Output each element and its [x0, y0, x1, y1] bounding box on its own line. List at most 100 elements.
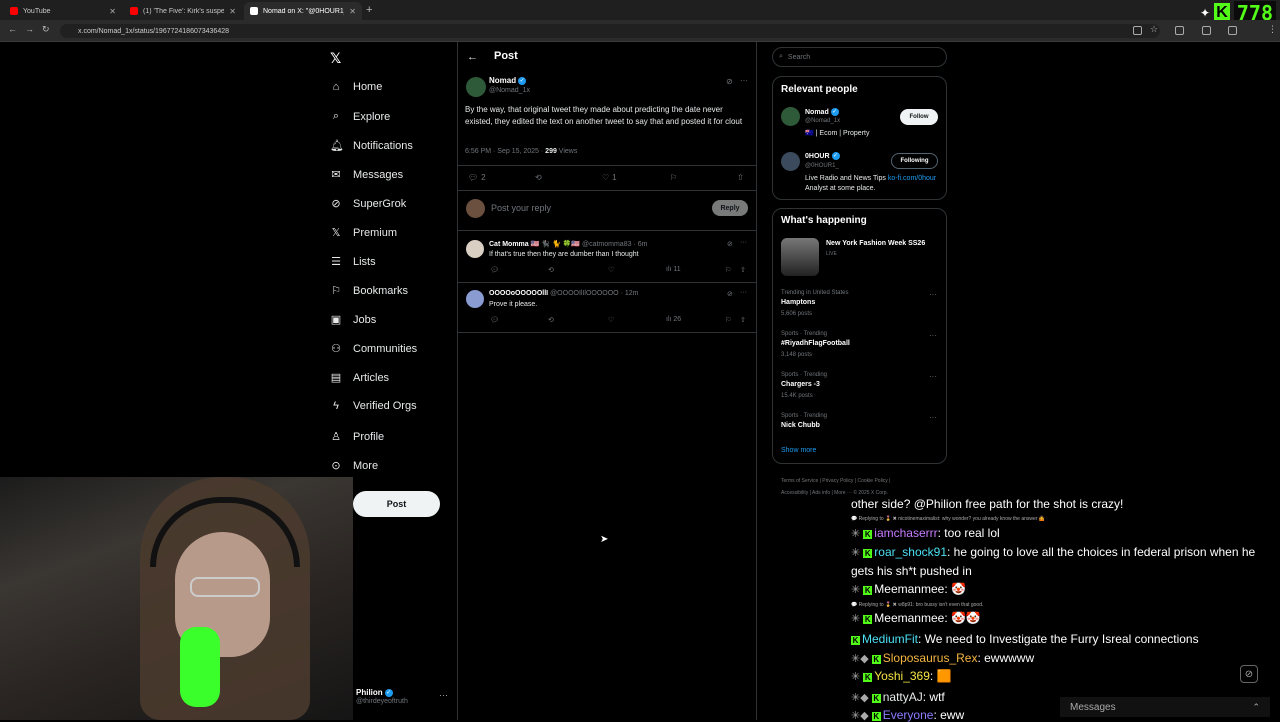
trend-title[interactable]: Nick Chubb [781, 422, 820, 429]
heart-icon[interactable]: ♡ [608, 266, 614, 274]
kick-ext-icon[interactable] [1228, 26, 1237, 35]
kick-badge-icon: K [863, 615, 873, 624]
grok-icon[interactable]: ⊘ [727, 290, 733, 298]
person-name[interactable]: 0HOUR ✓ [805, 152, 840, 160]
like-action[interactable]: ♡ 1 [602, 173, 617, 182]
more-icon[interactable]: ··· [740, 239, 747, 246]
x-premium-icon: 𝕏 [331, 227, 341, 239]
close-icon[interactable]: ✕ [229, 7, 236, 16]
trend-title[interactable]: Chargers -3 [781, 381, 820, 388]
nav-jobs[interactable]: ▣ Jobs [330, 313, 376, 327]
nav-supergrok[interactable]: ⊘ SuperGrok [330, 197, 406, 211]
more-icon[interactable]: ··· [740, 289, 747, 296]
tab-youtube[interactable]: YouTube ✕ [4, 2, 122, 20]
address-bar[interactable]: x.com/Nomad_1x/status/196772418607343642… [60, 24, 1160, 38]
reply-author[interactable]: Cat Momma 🇺🇸 🐈‍⬛ 🐈 🍀🇺🇸 @catmomma83 · 6m [489, 240, 647, 248]
author-avatar[interactable] [466, 77, 486, 97]
profile-icon[interactable] [1202, 26, 1211, 35]
reply-button[interactable]: Reply [712, 200, 748, 216]
divider [458, 230, 756, 231]
chat-message: ✳ K Yoshi_369: 🟧 [851, 669, 952, 683]
menu-icon[interactable]: ⋮ [1268, 24, 1277, 35]
nav-more[interactable]: ⊙ More [330, 459, 378, 473]
search-input[interactable]: ⌕ Search [772, 47, 947, 67]
nav-articles[interactable]: ▤ Articles [330, 371, 389, 385]
heart-icon[interactable]: ♡ [608, 316, 614, 324]
reply-icon[interactable]: 💬︎ [490, 316, 499, 324]
close-icon[interactable]: ✕ [349, 7, 356, 16]
nav-messages[interactable]: ✉ Messages [330, 168, 403, 182]
chat-settings-icon[interactable]: ⊘ [1240, 665, 1258, 683]
messages-drawer[interactable]: Messages ⌃ [1060, 697, 1270, 717]
reply-avatar[interactable] [466, 290, 484, 308]
nav-explore[interactable]: ⌕ Explore [330, 110, 390, 123]
more-icon[interactable]: ··· [929, 290, 937, 299]
trend-title[interactable]: #RiyadhFlagFootball [781, 340, 850, 347]
event-title[interactable]: New York Fashion Week SS26 [826, 240, 925, 247]
compose-post-button[interactable]: Post [353, 491, 440, 517]
reload-icon[interactable]: ↻ [42, 24, 50, 35]
bookmark-icon[interactable]: ⚐ [725, 316, 731, 324]
tab-youtube-five[interactable]: (1) 'The Five': Kirk's suspected a✕ [124, 2, 242, 20]
views-action[interactable]: ılı 26 [666, 316, 681, 323]
share-icon[interactable]: ⇧ [740, 316, 746, 324]
reply-avatar[interactable] [466, 240, 484, 258]
views-action[interactable]: ılı 11 [666, 266, 681, 273]
nav-home[interactable]: ⌂ Home [330, 81, 383, 93]
author-name[interactable]: Nomad ✓ [489, 76, 527, 85]
cast-icon[interactable] [1133, 26, 1142, 35]
more-icon[interactable]: ··· [929, 372, 937, 381]
more-icon[interactable]: ··· [740, 76, 748, 85]
nav-profile[interactable]: ♙ Profile [330, 430, 384, 444]
author-handle[interactable]: @Nomad_1x [489, 87, 530, 94]
more-icon[interactable]: ··· [439, 690, 448, 700]
grok-icon[interactable]: ⊘ [726, 77, 733, 86]
tab-x-post[interactable]: Nomad on X: "@0HOUR1_ By✕ [244, 2, 362, 20]
x-logo-icon[interactable]: 𝕏 [330, 50, 341, 67]
bio-link[interactable]: ko-fi.com/0hour [888, 175, 936, 182]
star-icon[interactable]: ☆ [1150, 24, 1158, 35]
repost-icon[interactable]: ⟲ [548, 266, 554, 274]
show-more-link[interactable]: Show more [781, 447, 816, 454]
reply-input[interactable]: Post your reply [491, 203, 551, 213]
sparkle-icon: ✦ [1200, 6, 1211, 20]
follow-button[interactable]: Follow [900, 109, 938, 125]
nav-premium[interactable]: 𝕏 Premium [330, 226, 397, 240]
following-button[interactable]: Following [891, 153, 938, 169]
account-switcher[interactable]: Philion ✓ [356, 688, 393, 697]
nav-lists[interactable]: ☰ Lists [330, 255, 376, 269]
nav-verified-orgs[interactable]: ϟ Verified Orgs [330, 400, 417, 412]
grok-icon[interactable]: ⊘ [727, 240, 733, 248]
repost-icon[interactable]: ⟲ [535, 173, 542, 182]
bookmark-icon[interactable]: ⚐ [725, 266, 731, 274]
reply-author[interactable]: OOOOoOOOOOllI @OOOOIlIlOOOOOO · 12m [489, 290, 638, 297]
people-icon: ⚇ [331, 343, 341, 355]
nav-notifications[interactable]: 🔔︎ Notifications [330, 139, 413, 153]
person-avatar[interactable] [781, 107, 800, 126]
reply-icon[interactable]: 💬︎ [490, 266, 499, 274]
more-icon[interactable]: ··· [929, 331, 937, 340]
bookmark-icon[interactable]: ⚐ [670, 173, 677, 182]
more-icon[interactable]: ··· [929, 413, 937, 422]
expand-icon[interactable]: ⌃ [1252, 702, 1260, 713]
nav-communities[interactable]: ⚇ Communities [330, 342, 417, 356]
reply-action[interactable]: 💬︎ 2 [468, 173, 486, 182]
event-thumbnail[interactable] [781, 238, 819, 276]
trend-title[interactable]: Hamptons [781, 299, 815, 306]
person-name[interactable]: Nomad ✓ [805, 108, 839, 116]
extensions-icon[interactable] [1175, 26, 1184, 35]
page-title: Post [494, 50, 518, 62]
back-nav-icon[interactable]: ← [8, 24, 17, 34]
share-icon[interactable]: ⇧ [740, 266, 746, 274]
person-avatar[interactable] [781, 152, 800, 171]
kick-badge-icon: K [863, 530, 873, 539]
close-icon[interactable]: ✕ [109, 7, 116, 16]
chat-message: ✳◆ K Sloposaurus_Rex: ewwwww [851, 651, 1035, 665]
repost-icon[interactable]: ⟲ [548, 316, 554, 324]
new-tab-button[interactable]: + [366, 4, 372, 16]
nav-bookmarks[interactable]: ⚐ Bookmarks [330, 284, 408, 298]
back-arrow-icon[interactable]: ← [467, 51, 478, 63]
share-icon[interactable]: ⇧ [737, 173, 744, 182]
divider [458, 282, 756, 283]
forward-nav-icon[interactable]: → [25, 24, 34, 34]
